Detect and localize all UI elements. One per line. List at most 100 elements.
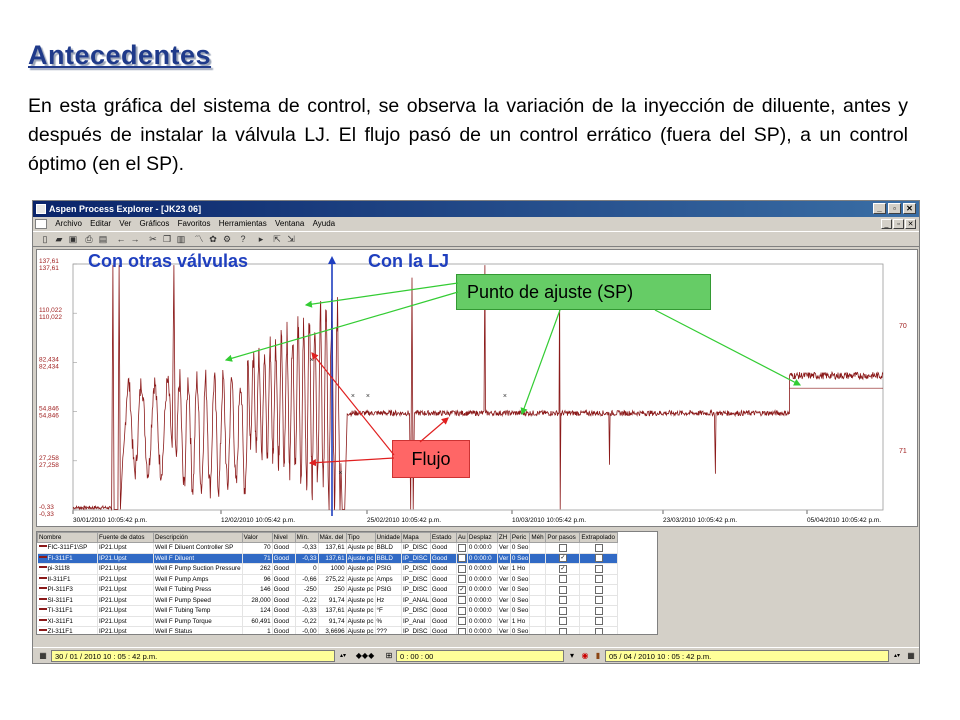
maximize-button[interactable]: ▫: [888, 203, 901, 214]
play-icon[interactable]: ▸: [255, 234, 267, 245]
row-checkbox[interactable]: [457, 596, 466, 605]
menu-ver[interactable]: Ver: [116, 217, 134, 231]
table-row[interactable]: II-311F1 IP21.Upst Well F Pump Amps 96 Good -…: [37, 574, 619, 585]
menu-editar[interactable]: Editar: [87, 217, 114, 231]
table-row[interactable]: PI-311F3 IP21.Upst Well F Tubing Press 146 G…: [37, 584, 619, 596]
doc-restore-button[interactable]: ▫: [893, 219, 904, 229]
row-checkbox[interactable]: [558, 606, 567, 615]
doc-minimize-button[interactable]: _: [881, 219, 892, 229]
document-icon[interactable]: [35, 218, 47, 229]
table-row[interactable]: pi-311f8 IP21.Upst Well F Pump Suction Pre…: [37, 563, 619, 575]
column-header[interactable]: Nombre: [37, 532, 98, 543]
row-checkbox[interactable]: [457, 564, 466, 573]
column-header[interactable]: Mín.: [294, 532, 319, 543]
row-checkbox[interactable]: [558, 543, 567, 552]
zoom-out-icon[interactable]: ⇲: [285, 234, 297, 245]
color-icon[interactable]: ✿: [207, 234, 219, 245]
trend-icon[interactable]: 〽: [193, 234, 205, 245]
row-checkbox[interactable]: [457, 575, 466, 584]
table-row[interactable]: FIC-311F1\SP IP21.Upst Well F Diluent Cont…: [37, 542, 619, 554]
row-checkbox[interactable]: ✓: [558, 564, 567, 573]
help-icon[interactable]: ?: [237, 234, 249, 245]
row-checkbox[interactable]: [594, 554, 603, 563]
row-checkbox[interactable]: [594, 627, 603, 634]
menu-ayuda[interactable]: Ayuda: [310, 217, 339, 231]
row-checkbox[interactable]: [594, 564, 603, 573]
row-checkbox[interactable]: ✓: [457, 585, 466, 594]
minimize-button[interactable]: _: [873, 203, 886, 214]
start-time-field[interactable]: 30 / 01 / 2010 10 : 05 : 42 p.m.: [51, 650, 335, 662]
properties-icon[interactable]: ⚙: [221, 234, 233, 245]
row-checkbox[interactable]: [457, 554, 466, 563]
column-header[interactable]: Por pasos: [545, 532, 581, 543]
table-row[interactable]: FI-311F1 IP21.Upst Well F Diluent 71 Good -0,…: [37, 553, 619, 564]
row-checkbox[interactable]: [457, 543, 466, 552]
tags-table[interactable]: Nombre Fuente de datos Descripción Valor Niv…: [36, 531, 658, 635]
row-checkbox[interactable]: [594, 543, 603, 552]
row-checkbox[interactable]: [457, 617, 466, 626]
row-checkbox[interactable]: [558, 585, 567, 594]
column-header[interactable]: Mapa: [401, 532, 431, 543]
clock-icon[interactable]: ◉: [579, 650, 591, 662]
column-header[interactable]: Unidade: [374, 532, 403, 543]
doc-close-button[interactable]: ✕: [905, 219, 916, 229]
end-time-spinner[interactable]: ▴▾: [891, 650, 903, 662]
duration-dropdown-icon[interactable]: ▾: [566, 650, 578, 662]
new-icon[interactable]: ▯: [39, 234, 51, 245]
end-calendar-icon[interactable]: ▦: [905, 650, 917, 662]
menu-graficos[interactable]: Gráficos: [137, 217, 173, 231]
column-header[interactable]: Descripción: [153, 532, 243, 543]
duration-field[interactable]: 0 : 00 : 00: [396, 650, 564, 662]
table-row[interactable]: SI-311F1 IP21.Upst Well F Pump Speed 28,000…: [37, 595, 619, 606]
shift-arrows-icon[interactable]: ◆◆◆: [351, 650, 379, 662]
column-header[interactable]: Estado: [429, 532, 457, 543]
row-checkbox[interactable]: [457, 606, 466, 615]
column-header[interactable]: Au: [455, 532, 468, 543]
print-icon[interactable]: ⎙: [83, 234, 95, 245]
close-button[interactable]: ✕: [903, 203, 916, 214]
row-checkbox[interactable]: [594, 596, 603, 605]
row-checkbox[interactable]: [457, 627, 466, 634]
column-header[interactable]: Extrapolado: [579, 532, 619, 543]
row-checkbox[interactable]: [558, 596, 567, 605]
column-header[interactable]: Valor: [241, 532, 273, 543]
row-checkbox[interactable]: [594, 617, 603, 626]
open-folder-icon[interactable]: ▰: [53, 234, 65, 245]
window-titlebar[interactable]: Aspen Process Explorer - [JK23 06] _ ▫ ✕: [33, 201, 919, 217]
calendar-icon[interactable]: ▦: [37, 650, 49, 662]
row-checkbox[interactable]: [558, 617, 567, 626]
table-row[interactable]: TI-311F1 IP21.Upst Well F Tubing Temp 124 Go…: [37, 605, 619, 617]
start-time-spinner[interactable]: ▴▾: [337, 650, 349, 662]
copy-icon[interactable]: ❐: [161, 234, 173, 245]
save-icon[interactable]: ▣: [67, 234, 79, 245]
column-header[interactable]: Nivel: [271, 532, 296, 543]
row-checkbox[interactable]: [594, 585, 603, 594]
back-arrow-icon[interactable]: ←: [115, 234, 127, 245]
duration-icon[interactable]: ⊞: [383, 650, 395, 662]
menu-ventana[interactable]: Ventana: [272, 217, 307, 231]
row-checkbox[interactable]: [558, 627, 567, 634]
column-header[interactable]: Desplaz: [466, 532, 498, 543]
table-row[interactable]: ZI-311F1 IP21.Upst Well F Status 1 Good -0,00…: [37, 626, 619, 634]
menu-herramientas[interactable]: Herramientas: [216, 217, 270, 231]
lock-icon[interactable]: ▮: [592, 650, 604, 662]
column-header[interactable]: ZH: [496, 532, 511, 543]
forward-arrow-icon[interactable]: →: [129, 234, 141, 245]
column-header[interactable]: Fuente de datos: [97, 532, 154, 543]
column-header[interactable]: Peric: [509, 532, 531, 543]
zoom-in-icon[interactable]: ⇱: [271, 234, 283, 245]
paste-icon[interactable]: ▥: [175, 234, 187, 245]
column-header[interactable]: Méh: [529, 532, 547, 543]
column-header[interactable]: Máx. del: [317, 532, 347, 543]
row-checkbox[interactable]: [558, 575, 567, 584]
cut-icon[interactable]: ✂: [147, 234, 159, 245]
row-checkbox[interactable]: [594, 606, 603, 615]
column-header[interactable]: Tipo: [345, 532, 376, 543]
row-checkbox[interactable]: [594, 575, 603, 584]
menu-favoritos[interactable]: Favoritos: [175, 217, 214, 231]
table-row[interactable]: XI-311F1 IP21.Upst Well F Pump Torque 60,49…: [37, 616, 619, 627]
menu-archivo[interactable]: Archivo: [52, 217, 85, 231]
print-preview-icon[interactable]: ▤: [97, 234, 109, 245]
end-time-field[interactable]: 05 / 04 / 2010 10 : 05 : 42 p.m.: [605, 650, 889, 662]
row-checkbox[interactable]: ✓: [558, 554, 567, 563]
